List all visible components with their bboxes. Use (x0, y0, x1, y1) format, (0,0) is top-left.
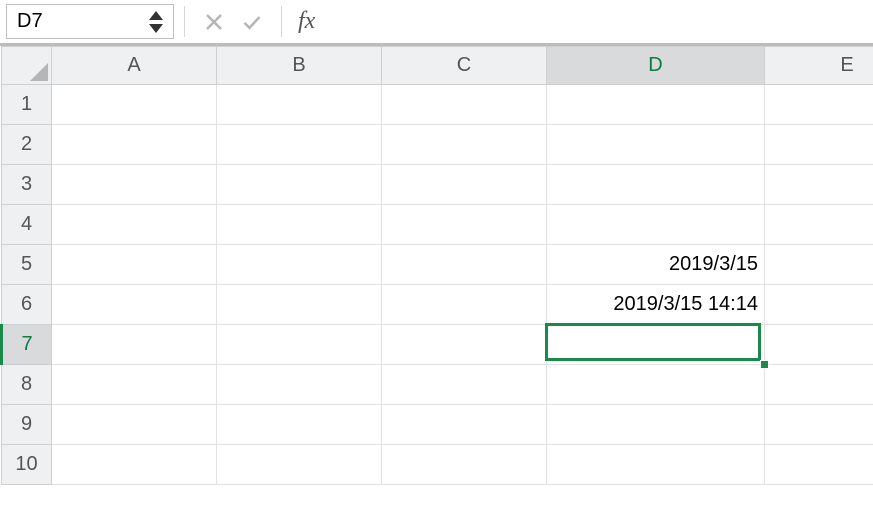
divider (184, 6, 185, 37)
row-head-3[interactable]: 3 (2, 165, 52, 205)
formula-bar: D7 fx (0, 0, 873, 46)
cell-C5[interactable] (382, 245, 547, 285)
cell-B4[interactable] (217, 205, 382, 245)
chevron-down-icon (149, 24, 163, 33)
col-head-A[interactable]: A (52, 47, 217, 85)
name-box[interactable]: D7 (6, 4, 174, 39)
cell-E7[interactable] (765, 325, 873, 365)
divider (281, 6, 282, 37)
cell-A10[interactable] (52, 445, 217, 485)
cell-E6[interactable] (765, 285, 873, 325)
cell-E2[interactable] (765, 125, 873, 165)
cell-A7[interactable] (52, 325, 217, 365)
cell-A4[interactable] (52, 205, 217, 245)
cell-C7[interactable] (382, 325, 547, 365)
name-box-value: D7 (7, 10, 145, 33)
cell-D5[interactable]: 2019/3/15 (547, 245, 765, 285)
cell-B6[interactable] (217, 285, 382, 325)
sheet-table: A B C D E 1 2 3 4 5 2019/3/15 6 2019/3/15 … (0, 46, 873, 485)
cell-E1[interactable] (765, 85, 873, 125)
cell-B1[interactable] (217, 85, 382, 125)
cell-B10[interactable] (217, 445, 382, 485)
cell-D9[interactable] (547, 405, 765, 445)
cell-A9[interactable] (52, 405, 217, 445)
col-head-C[interactable]: C (382, 47, 547, 85)
row-head-8[interactable]: 8 (2, 365, 52, 405)
row-head-9[interactable]: 9 (2, 405, 52, 445)
cell-C6[interactable] (382, 285, 547, 325)
fill-handle[interactable] (760, 360, 769, 369)
row-head-1[interactable]: 1 (2, 85, 52, 125)
cell-E5[interactable] (765, 245, 873, 285)
cell-D2[interactable] (547, 125, 765, 165)
row-head-2[interactable]: 2 (2, 125, 52, 165)
chevron-up-icon (149, 11, 163, 20)
row-head-4[interactable]: 4 (2, 205, 52, 245)
cell-A8[interactable] (52, 365, 217, 405)
cell-D1[interactable] (547, 85, 765, 125)
cell-B9[interactable] (217, 405, 382, 445)
spreadsheet-grid: A B C D E 1 2 3 4 5 2019/3/15 6 2019/3/15 … (0, 46, 873, 485)
cell-A6[interactable] (52, 285, 217, 325)
col-head-B[interactable]: B (217, 47, 382, 85)
select-all-corner[interactable] (2, 47, 52, 85)
col-head-D[interactable]: D (547, 47, 765, 85)
col-head-E[interactable]: E (765, 47, 873, 85)
cell-B7[interactable] (217, 325, 382, 365)
cell-C8[interactable] (382, 365, 547, 405)
name-box-spinner[interactable] (145, 11, 173, 33)
cell-C4[interactable] (382, 205, 547, 245)
cell-E10[interactable] (765, 445, 873, 485)
cell-E9[interactable] (765, 405, 873, 445)
cell-D7[interactable] (547, 325, 765, 365)
cell-D3[interactable] (547, 165, 765, 205)
cell-D4[interactable] (547, 205, 765, 245)
cell-C3[interactable] (382, 165, 547, 205)
cell-D10[interactable] (547, 445, 765, 485)
cell-D6[interactable]: 2019/3/15 14:14 (547, 285, 765, 325)
cell-A2[interactable] (52, 125, 217, 165)
cell-B8[interactable] (217, 365, 382, 405)
fx-icon[interactable]: fx (292, 0, 321, 43)
cell-B5[interactable] (217, 245, 382, 285)
column-header-row: A B C D E (2, 47, 873, 85)
row-head-5[interactable]: 5 (2, 245, 52, 285)
cell-A5[interactable] (52, 245, 217, 285)
cancel-button[interactable] (195, 0, 233, 43)
cell-E4[interactable] (765, 205, 873, 245)
cell-C9[interactable] (382, 405, 547, 445)
cell-C2[interactable] (382, 125, 547, 165)
formula-input[interactable] (321, 0, 873, 43)
row-head-6[interactable]: 6 (2, 285, 52, 325)
row-head-10[interactable]: 10 (2, 445, 52, 485)
close-icon (204, 12, 224, 32)
cell-A1[interactable] (52, 85, 217, 125)
row-head-7[interactable]: 7 (2, 325, 52, 365)
cell-A3[interactable] (52, 165, 217, 205)
cell-B2[interactable] (217, 125, 382, 165)
cell-C1[interactable] (382, 85, 547, 125)
accept-button[interactable] (233, 0, 271, 43)
cell-E8[interactable] (765, 365, 873, 405)
check-icon (242, 12, 262, 32)
cell-E3[interactable] (765, 165, 873, 205)
cell-C10[interactable] (382, 445, 547, 485)
cell-D8[interactable] (547, 365, 765, 405)
cell-B3[interactable] (217, 165, 382, 205)
